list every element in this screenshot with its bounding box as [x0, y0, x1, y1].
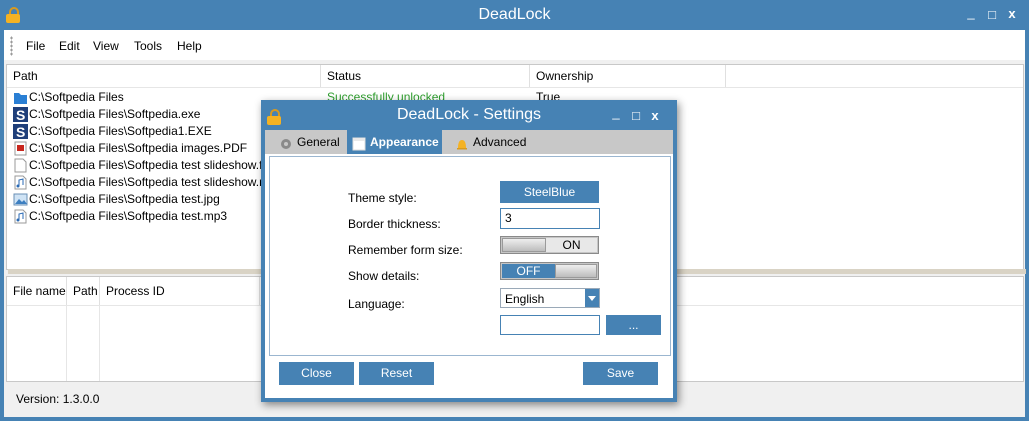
toolbar-grip-icon[interactable] [10, 36, 13, 56]
tab-appearance-label: Appearance [370, 135, 439, 149]
softpedia-s-icon: S [13, 107, 28, 123]
column-status[interactable]: Status [321, 65, 530, 87]
title-bar[interactable]: DeadLock _ □ x [0, 0, 1029, 30]
tab-appearance[interactable]: Appearance [347, 130, 442, 154]
settings-body: Theme style: SteelBlue Border thickness:… [265, 154, 673, 398]
settings-close-button[interactable]: x [648, 109, 662, 123]
browse-button[interactable]: ... [606, 315, 661, 335]
audio-file-icon [13, 209, 28, 224]
maximize-button[interactable]: □ [985, 8, 999, 22]
menu-view[interactable]: View [93, 39, 119, 53]
column-process-path[interactable]: Path [67, 277, 100, 305]
menu-tools[interactable]: Tools [134, 39, 162, 53]
window-title: DeadLock [478, 6, 551, 23]
save-button[interactable]: Save [583, 362, 658, 385]
show-details-toggle[interactable]: OFF [500, 262, 599, 280]
toggle-knob [555, 264, 597, 278]
softpedia-s-icon: S [13, 124, 28, 140]
window-icon [352, 135, 366, 151]
audio-file-icon [13, 175, 28, 190]
language-value: English [505, 292, 545, 306]
menu-file[interactable]: File [26, 39, 45, 53]
toggle-state: ON [546, 238, 597, 252]
theme-style-label: Theme style: [348, 191, 417, 205]
tab-advanced-label: Advanced [473, 135, 527, 149]
version-label: Version: 1.3.0.0 [16, 392, 100, 406]
svg-text:S: S [16, 124, 25, 139]
settings-dialog: DeadLock - Settings _ □ x General Appear… [261, 100, 677, 402]
column-process-id[interactable]: Process ID [100, 277, 260, 305]
row-path: C:\Softpedia Files\Softpedia test.mp3 [29, 209, 228, 223]
theme-style-button[interactable]: SteelBlue [500, 181, 599, 203]
tab-advanced[interactable]: Advanced [451, 130, 531, 154]
column-divider [66, 305, 67, 381]
tab-general-label: General [297, 135, 340, 149]
close-button[interactable]: x [1005, 7, 1019, 21]
remember-form-size-toggle[interactable]: ON [500, 236, 599, 254]
column-file-name[interactable]: File name [7, 277, 67, 305]
row-path: C:\Softpedia Files\Softpedia test.jpg [29, 192, 220, 206]
menu-edit[interactable]: Edit [59, 39, 80, 53]
settings-tabbar: General Appearance Advanced [265, 130, 673, 154]
tab-general[interactable]: General [269, 130, 349, 154]
language-label: Language: [348, 297, 405, 311]
reset-button[interactable]: Reset [359, 362, 434, 385]
row-path: C:\Softpedia Files\Softpedia.exe [29, 107, 201, 121]
row-path: C:\Softpedia Files\Softpedia test slides… [29, 158, 272, 172]
pdf-file-icon [13, 141, 28, 156]
menu-help[interactable]: Help [177, 39, 202, 53]
close-settings-button[interactable]: Close [279, 362, 354, 385]
image-file-icon [13, 192, 28, 207]
settings-minimize-button[interactable]: _ [609, 106, 623, 120]
bell-icon [455, 135, 469, 150]
remember-form-size-label: Remember form size: [348, 243, 463, 257]
row-path: C:\Softpedia Files [29, 90, 124, 104]
chevron-down-icon[interactable] [585, 289, 599, 307]
blank-file-icon [13, 158, 28, 173]
toggle-knob [502, 238, 546, 252]
extra-path-input[interactable] [500, 315, 600, 335]
gear-icon [279, 135, 293, 149]
border-thickness-input[interactable]: 3 [500, 208, 600, 229]
appearance-panel: Theme style: SteelBlue Border thickness:… [269, 156, 671, 356]
row-path: C:\Softpedia Files\Softpedia images.PDF [29, 141, 248, 155]
column-divider [99, 305, 100, 381]
row-path: C:\Softpedia Files\Softpedia1.EXE [29, 124, 212, 138]
column-ownership[interactable]: Ownership [530, 65, 726, 87]
minimize-button[interactable]: _ [964, 6, 978, 20]
settings-maximize-button[interactable]: □ [629, 109, 643, 123]
toggle-state: OFF [502, 264, 555, 278]
column-path[interactable]: Path [7, 65, 321, 87]
border-thickness-label: Border thickness: [348, 217, 441, 231]
folder-icon [13, 90, 28, 105]
svg-text:S: S [16, 107, 25, 122]
row-path: C:\Softpedia Files\Softpedia test slides… [29, 175, 283, 189]
show-details-label: Show details: [348, 269, 420, 283]
file-list-header: Path Status Ownership [7, 65, 1023, 88]
menu-bar: File Edit View Tools Help [4, 30, 1025, 60]
language-select[interactable]: English [500, 288, 600, 308]
